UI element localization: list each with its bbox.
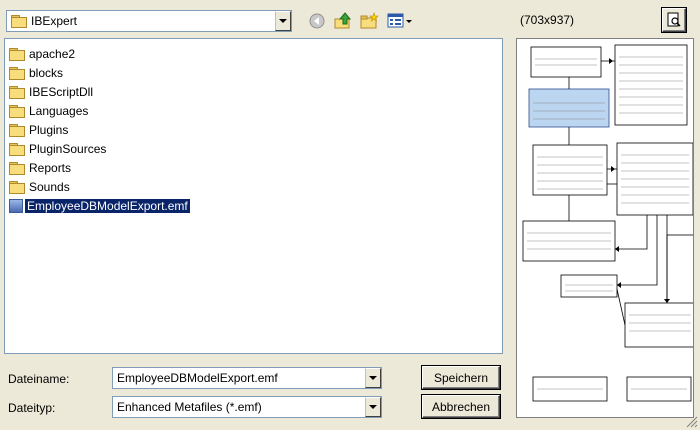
folder-icon [9,105,25,118]
list-item-folder-reports[interactable]: Reports [9,159,73,177]
list-item-label: Reports [29,161,72,175]
preview-pane [516,38,694,418]
list-item-label: apache2 [29,47,76,61]
new-folder-icon [360,12,379,29]
filename-field[interactable]: EmployeeDBModelExport.emf [112,367,382,389]
er-diagram-preview [517,39,693,417]
list-item-folder-apache2[interactable]: apache2 [9,45,77,63]
view-menu-button[interactable] [386,10,414,32]
list-item-folder-plugins[interactable]: Plugins [9,121,70,139]
list-item-folder-languages[interactable]: Languages [9,102,90,120]
back-button[interactable] [306,10,328,32]
filename-label: Dateiname: [8,372,70,386]
list-item-label: blocks [29,66,64,80]
preview-size-label: (703x937) [520,13,575,27]
file-list[interactable]: apache2 blocks IBEScriptDll Languages Pl… [4,38,503,354]
up-folder-button[interactable] [332,10,354,32]
folder-icon [9,143,25,156]
cancel-button-label: Abbrechen [431,399,491,414]
save-button-label: Speichern [433,370,489,385]
filename-value: EmployeeDBModelExport.emf [117,371,278,385]
list-item-folder-ibescriptdll[interactable]: IBEScriptDll [9,83,95,101]
list-item-file-emf[interactable]: EmployeeDBModelExport.emf [9,197,191,215]
emf-file-icon [9,199,23,213]
look-in-combo[interactable]: IBExpert [6,10,292,32]
list-item-label: Languages [29,104,89,118]
cancel-button[interactable]: Abbrechen [422,395,500,418]
list-item-label: PluginSources [29,142,107,156]
resize-grip-icon[interactable] [686,416,698,428]
view-menu-icon [387,13,412,28]
up-folder-icon [334,12,352,29]
filetype-value: Enhanced Metafiles (*.emf) [117,400,262,414]
chevron-down-icon[interactable] [365,368,381,388]
list-item-folder-pluginsources[interactable]: PluginSources [9,140,108,158]
folder-icon [9,86,25,99]
chevron-down-icon[interactable] [275,11,291,31]
list-item-label: EmployeeDBModelExport.emf [24,198,191,214]
folder-icon [9,48,25,61]
list-item-label: IBEScriptDll [29,85,94,99]
folder-icon [9,181,25,194]
filetype-label: Dateityp: [8,401,56,415]
folder-icon [9,124,25,137]
chevron-down-icon[interactable] [365,397,381,417]
folder-icon [11,15,27,28]
folder-icon [9,162,25,175]
filetype-select[interactable]: Enhanced Metafiles (*.emf) [112,396,382,418]
folder-icon [9,67,25,80]
list-item-label: Plugins [29,123,69,137]
back-arrow-icon [309,13,325,29]
list-item-label: Sounds [29,180,70,194]
new-folder-button[interactable] [358,10,380,32]
list-item-folder-blocks[interactable]: blocks [9,64,65,82]
preview-magnifier-icon [667,12,681,27]
list-item-folder-sounds[interactable]: Sounds [9,178,72,196]
look-in-value: IBExpert [31,14,78,28]
preview-toggle-button[interactable] [662,8,686,32]
save-button[interactable]: Speichern [422,366,500,389]
